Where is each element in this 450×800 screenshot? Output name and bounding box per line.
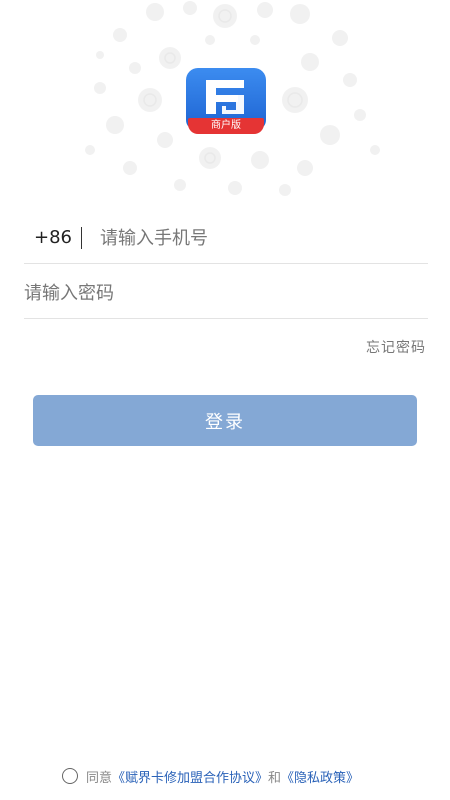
agree-radio[interactable] (62, 768, 78, 784)
agreement-row: 同意 《赋界卡修加盟合作协议》 和 《隐私政策》 (62, 766, 359, 786)
forgot-password-link[interactable]: 忘记密码 (366, 337, 426, 357)
phone-input[interactable] (100, 212, 420, 264)
password-input[interactable] (24, 267, 424, 319)
country-code[interactable]: +86 (34, 212, 72, 264)
password-row (24, 267, 428, 319)
phone-row: +86 (24, 212, 428, 264)
login-button[interactable]: 登录 (33, 395, 417, 446)
merchant-agreement-link[interactable]: 《赋界卡修加盟合作协议》 (112, 767, 268, 786)
privacy-policy-link[interactable]: 《隐私政策》 (281, 767, 359, 786)
agree-conj: 和 (268, 770, 282, 786)
divider (81, 227, 82, 249)
logo-f-mark-icon (206, 80, 244, 114)
login-screen: 商户版 +86 忘记密码 登录 同意 《赋界卡修加盟合作协议》 和 《隐私政策》 (0, 0, 450, 800)
app-logo: 商户版 (186, 68, 266, 136)
agree-prefix: 同意 (86, 770, 113, 786)
logo-badge: 商户版 (188, 118, 264, 134)
